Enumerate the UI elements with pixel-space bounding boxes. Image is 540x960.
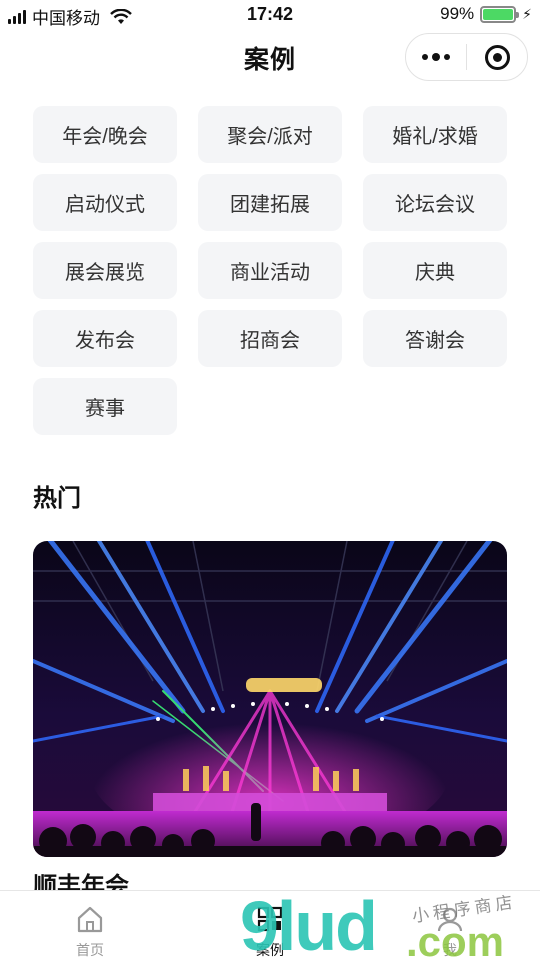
tab-home-label: 首页	[76, 942, 104, 958]
category-annual-party[interactable]: 年会/晚会	[33, 106, 177, 163]
user-icon	[434, 903, 466, 934]
category-exhibition[interactable]: 展会展览	[33, 242, 177, 299]
stage-photo	[33, 541, 507, 857]
more-menu-button[interactable]	[406, 34, 466, 80]
category-forum[interactable]: 论坛会议	[363, 174, 507, 231]
category-competition[interactable]: 赛事	[33, 378, 177, 435]
mini-program-capsule	[405, 33, 528, 81]
hot-section-title: 热门	[33, 485, 81, 512]
battery-percent: 99%	[440, 4, 475, 23]
tab-bar: 首页 案例 我	[0, 890, 540, 960]
category-business-event[interactable]: 商业活动	[198, 242, 342, 299]
tab-cases[interactable]: 案例	[180, 891, 360, 960]
status-bar: 中国移动 17:42 99% ⚡	[0, 0, 540, 30]
home-icon	[74, 903, 106, 934]
category-investment-meeting[interactable]: 招商会	[198, 310, 342, 367]
tab-home[interactable]: 首页	[0, 891, 180, 960]
tab-me-label: 我	[443, 942, 457, 958]
category-wedding[interactable]: 婚礼/求婚	[363, 106, 507, 163]
category-celebration[interactable]: 庆典	[363, 242, 507, 299]
tab-me[interactable]: 我	[360, 891, 540, 960]
hot-case-card[interactable]	[33, 541, 507, 857]
case-grid-icon	[254, 903, 286, 934]
target-icon	[484, 44, 510, 70]
category-press-conference[interactable]: 发布会	[33, 310, 177, 367]
category-thanksgiving[interactable]: 答谢会	[363, 310, 507, 367]
category-grid: 年会/晚会 聚会/派对 婚礼/求婚 启动仪式 团建拓展 论坛会议 展会展览 商业…	[33, 106, 507, 435]
category-launch-ceremony[interactable]: 启动仪式	[33, 174, 177, 231]
battery-icon	[480, 5, 520, 23]
charging-icon: ⚡	[522, 5, 532, 22]
tab-cases-label: 案例	[256, 942, 284, 958]
close-mini-program-button[interactable]	[467, 34, 527, 80]
category-party[interactable]: 聚会/派对	[198, 106, 342, 163]
category-team-building[interactable]: 团建拓展	[198, 174, 342, 231]
